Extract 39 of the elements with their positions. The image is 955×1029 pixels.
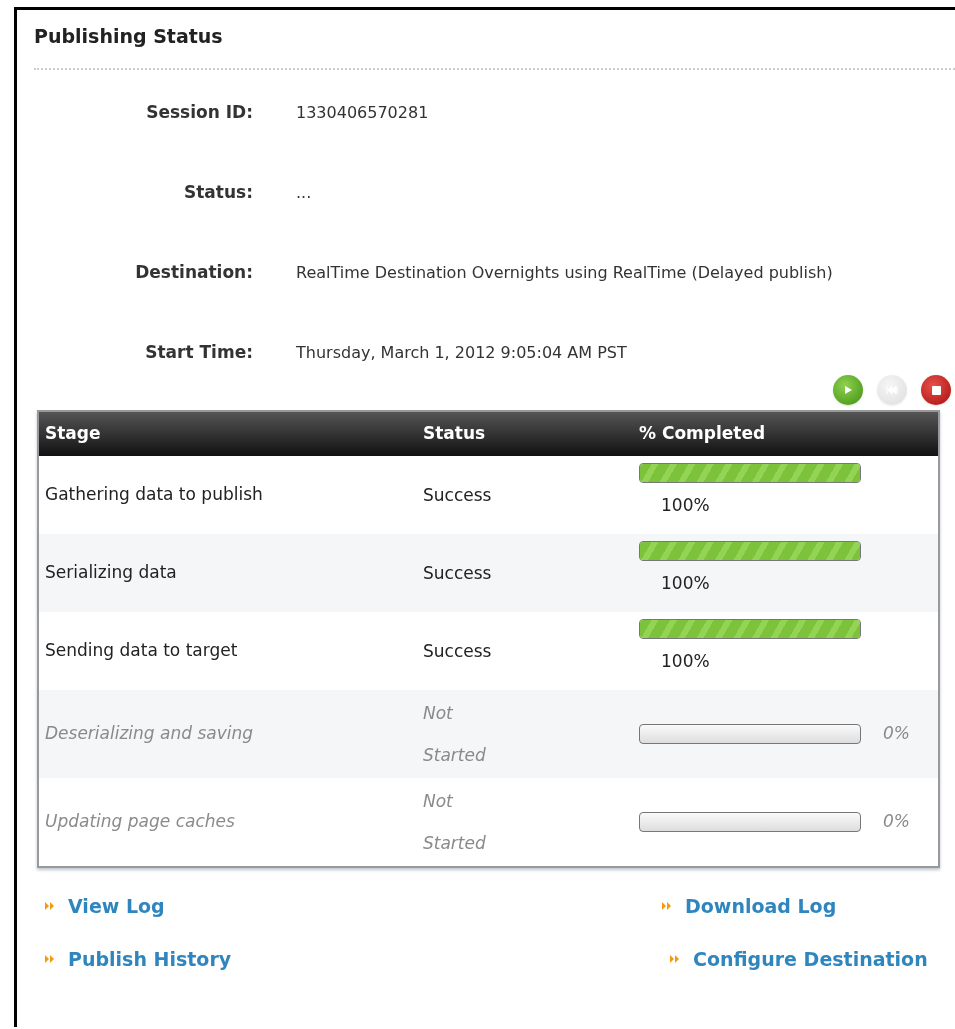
double-arrow-icon — [661, 901, 673, 912]
field-label: Status: — [183, 181, 253, 205]
double-arrow-icon — [44, 953, 56, 964]
link[interactable]: Configure Destination — [661, 944, 955, 973]
stage-status: Not Started — [423, 702, 487, 767]
play-icon — [843, 385, 853, 395]
link[interactable]: View Log — [44, 892, 661, 921]
column-header: Status — [423, 422, 487, 446]
stage-name: Sending data to target — [44, 639, 239, 663]
field-value: Thursday, March 1, 2012 9:05:04 AM PST — [296, 342, 627, 364]
stage-name: Gathering data to publish — [44, 483, 264, 507]
field-value: RealTime Destination Overnights using RealTime (Delayed publish) — [296, 262, 833, 284]
stage-name: Serializing data — [44, 561, 178, 585]
percent-label: 100% — [660, 572, 711, 596]
stop-button[interactable] — [921, 375, 951, 405]
field-label: Start Time: — [144, 341, 253, 365]
link[interactable]: Download Log — [661, 892, 955, 921]
stage-name: Deserializing and saving — [44, 722, 255, 746]
field-value: 1330406570281 — [296, 102, 429, 124]
stage-status: Success — [423, 640, 493, 663]
stage-name: Updating page caches — [44, 810, 236, 834]
percent-label: 100% — [660, 650, 711, 674]
stage-status: Success — [423, 562, 493, 585]
percent-label: 0% — [883, 810, 910, 834]
double-arrow-icon — [44, 901, 56, 912]
percent-label: 0% — [883, 722, 910, 746]
stop-icon — [931, 385, 941, 395]
field-label: Session ID: — [145, 101, 253, 125]
percent-label: 100% — [660, 494, 711, 518]
stage-status: Not Started — [423, 790, 487, 855]
link[interactable]: Publish History — [44, 944, 661, 973]
double-arrow-icon — [669, 953, 681, 964]
field-value: ... — [296, 182, 312, 204]
stage-status: Success — [423, 484, 493, 507]
play-button[interactable] — [833, 375, 863, 405]
column-header: Stage — [44, 422, 102, 446]
panel-title: Publishing Status — [34, 24, 224, 49]
field-label: Destination: — [134, 261, 253, 285]
column-header: % Completed — [639, 422, 766, 446]
